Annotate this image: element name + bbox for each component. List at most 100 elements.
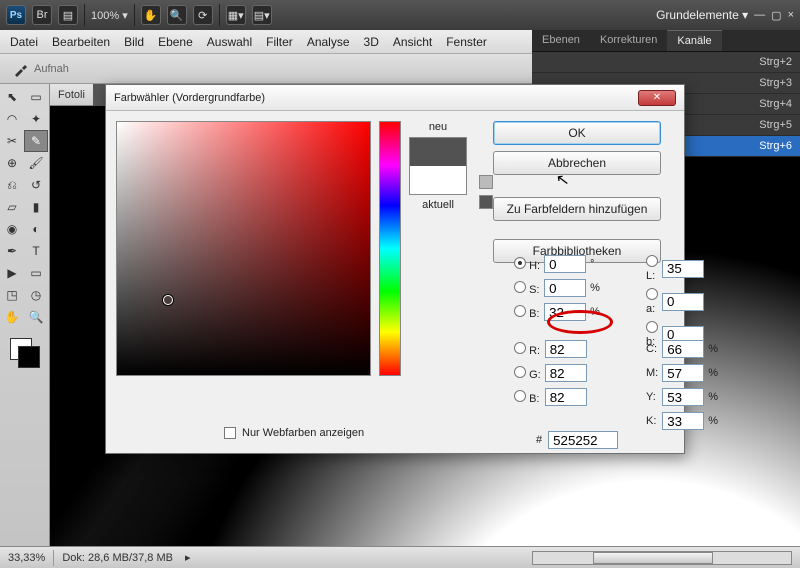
window-minimize-button[interactable]: —: [754, 9, 765, 21]
document-tab-bar: Fotoli: [50, 84, 93, 106]
background-color-swatch[interactable]: [18, 346, 40, 368]
status-doc-size[interactable]: Dok: 28,6 MB/37,8 MB: [62, 552, 173, 564]
channel-shortcut: Strg+3: [759, 77, 792, 89]
input-m[interactable]: [662, 364, 704, 382]
cancel-button[interactable]: Abbrechen: [493, 151, 661, 175]
menu-bearbeiten[interactable]: Bearbeiten: [52, 35, 110, 49]
camera-tool[interactable]: ◷: [24, 284, 48, 306]
websafe-warning-icon[interactable]: [479, 195, 493, 209]
scrollbar-thumb[interactable]: [593, 552, 713, 564]
menu-ebene[interactable]: Ebene: [158, 35, 193, 49]
menu-datei[interactable]: Datei: [10, 35, 38, 49]
path-select-tool[interactable]: ▶: [0, 262, 24, 284]
radio-r[interactable]: [514, 342, 526, 354]
pen-tool[interactable]: ✒: [0, 240, 24, 262]
tab-ebenen[interactable]: Ebenen: [532, 30, 590, 51]
checkbox-webonly[interactable]: [224, 427, 236, 439]
workspace-switcher[interactable]: Grundelemente ▾: [656, 8, 748, 22]
shape-tool[interactable]: ▭: [24, 262, 48, 284]
window-close-button[interactable]: ×: [788, 9, 794, 21]
window-maximize-button[interactable]: ▢: [771, 9, 781, 22]
lasso-tool[interactable]: ◠: [0, 108, 24, 130]
zoom-tool-icon[interactable]: 🔍: [167, 5, 187, 25]
radio-s[interactable]: [514, 281, 526, 293]
input-a[interactable]: [662, 293, 704, 311]
eyedropper-icon[interactable]: [8, 56, 34, 82]
input-hex[interactable]: [548, 431, 618, 449]
screen-mode-icon[interactable]: ▦▾: [226, 5, 246, 25]
ok-button[interactable]: OK: [493, 121, 661, 145]
radio-h[interactable]: [514, 257, 526, 269]
menu-ansicht[interactable]: Ansicht: [393, 35, 432, 49]
hand-tool[interactable]: ✋: [0, 306, 24, 328]
blur-tool[interactable]: ◉: [0, 218, 24, 240]
rotate-view-icon[interactable]: ⟳: [193, 5, 213, 25]
opt-label: Aufnah: [34, 63, 69, 75]
menu-3d[interactable]: 3D: [364, 35, 379, 49]
tab-korrekturen[interactable]: Korrekturen: [590, 30, 667, 51]
heal-tool[interactable]: ⊕: [0, 152, 24, 174]
radio-l[interactable]: [646, 255, 658, 267]
input-c[interactable]: [662, 340, 704, 358]
gradient-tool[interactable]: ▮: [24, 196, 48, 218]
label-neu: neu: [429, 121, 447, 133]
radio-b[interactable]: [514, 305, 526, 317]
menu-filter[interactable]: Filter: [266, 35, 293, 49]
menu-analyse[interactable]: Analyse: [307, 35, 350, 49]
3d-tool[interactable]: ◳: [0, 284, 24, 306]
tab-kanaele[interactable]: Kanäle: [667, 30, 721, 51]
history-brush-tool[interactable]: ↺: [24, 174, 48, 196]
label-y: Y:: [646, 391, 658, 403]
zoom-tool[interactable]: 🔍: [24, 306, 48, 328]
bridge-button[interactable]: Br: [32, 5, 52, 25]
radio-a[interactable]: [646, 288, 658, 300]
dialog-title: Farbwähler (Vordergrundfarbe): [114, 92, 265, 104]
add-to-swatches-button[interactable]: Zu Farbfeldern hinzufügen: [493, 197, 661, 221]
color-handle[interactable]: [163, 295, 173, 305]
input-rgb-b[interactable]: [545, 388, 587, 406]
color-swatch-compare[interactable]: [409, 137, 467, 195]
input-h[interactable]: [544, 255, 586, 273]
input-l[interactable]: [662, 260, 704, 278]
radio-lab-b[interactable]: [646, 321, 658, 333]
radio-g[interactable]: [514, 366, 526, 378]
type-tool[interactable]: T: [24, 240, 48, 262]
menu-bild[interactable]: Bild: [124, 35, 144, 49]
crop-tool[interactable]: ✂: [0, 130, 24, 152]
label-aktuell: aktuell: [422, 199, 454, 211]
input-y[interactable]: [662, 388, 704, 406]
horizontal-scrollbar[interactable]: [532, 551, 792, 565]
brush-tool[interactable]: 🖌: [24, 152, 48, 174]
label-rgb-b: B:: [529, 393, 539, 405]
channel-row[interactable]: Strg+2: [532, 52, 800, 73]
menu-fenster[interactable]: Fenster: [446, 35, 487, 49]
arrange-icon[interactable]: ▤▾: [252, 5, 272, 25]
hue-slider[interactable]: [379, 121, 401, 376]
label-k: K:: [646, 415, 658, 427]
radio-rgb-b[interactable]: [514, 390, 526, 402]
gamut-warning-icon[interactable]: [479, 175, 493, 189]
quick-select-tool[interactable]: ✦: [24, 108, 48, 130]
status-chevron-icon[interactable]: ▸: [185, 551, 191, 564]
dialog-titlebar[interactable]: Farbwähler (Vordergrundfarbe) ✕: [106, 85, 684, 111]
input-s[interactable]: [544, 279, 586, 297]
move-tool[interactable]: ⬉: [0, 86, 24, 108]
hand-tool-icon[interactable]: ✋: [141, 5, 161, 25]
input-g[interactable]: [545, 364, 587, 382]
input-k[interactable]: [662, 412, 704, 430]
dodge-tool[interactable]: ◐: [24, 218, 48, 240]
status-zoom[interactable]: 33,33%: [8, 552, 45, 564]
dialog-close-button[interactable]: ✕: [638, 90, 676, 106]
marquee-tool[interactable]: ▭: [24, 86, 48, 108]
input-r[interactable]: [545, 340, 587, 358]
label-r: R:: [529, 345, 540, 357]
zoom-dropdown[interactable]: 100% ▾: [91, 9, 128, 22]
stamp-tool[interactable]: ⎌: [0, 174, 24, 196]
eraser-tool[interactable]: ▱: [0, 196, 24, 218]
swatch-current: [410, 166, 466, 194]
mini-bridge-icon[interactable]: ▤: [58, 5, 78, 25]
menu-auswahl[interactable]: Auswahl: [207, 35, 252, 49]
label-s: S:: [529, 284, 539, 296]
eyedropper-tool[interactable]: ✎: [24, 130, 48, 152]
saturation-value-field[interactable]: [116, 121, 371, 376]
